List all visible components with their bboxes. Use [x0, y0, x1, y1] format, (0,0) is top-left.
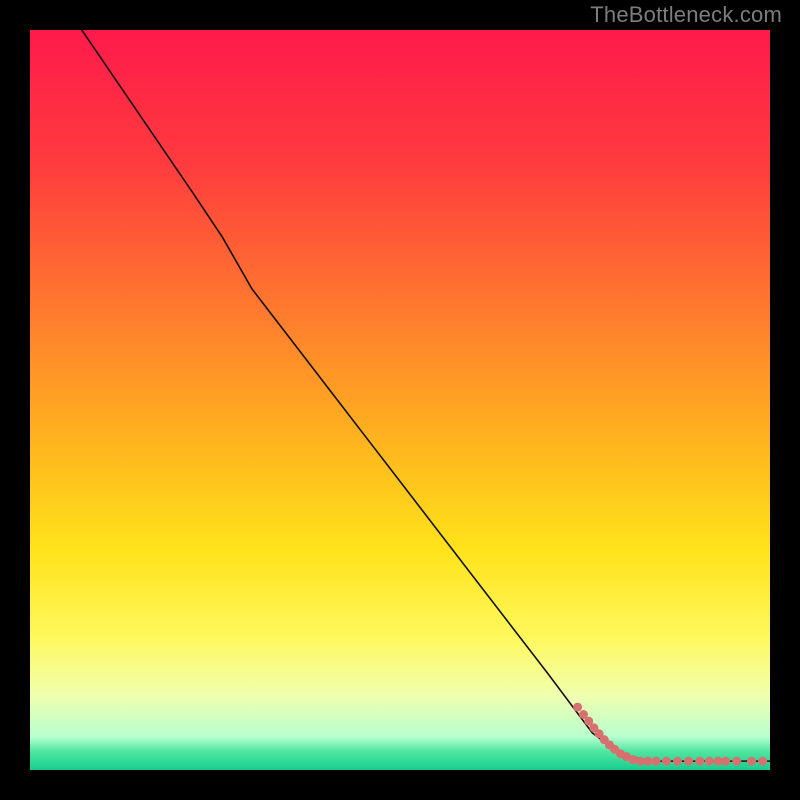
- data-dot: [732, 757, 741, 766]
- data-dot: [747, 757, 756, 766]
- data-dot: [695, 757, 704, 766]
- plot-area: [30, 30, 770, 770]
- data-dot: [684, 757, 693, 766]
- data-dot: [662, 757, 671, 766]
- data-dot: [629, 755, 638, 764]
- watermark-text: TheBottleneck.com: [590, 2, 782, 28]
- data-dot: [758, 757, 767, 766]
- data-dot: [573, 703, 582, 712]
- chart-svg: [30, 30, 770, 770]
- chart-background: [30, 30, 770, 770]
- data-dot: [673, 757, 682, 766]
- chart-frame: TheBottleneck.com: [0, 0, 800, 800]
- data-dot: [705, 757, 714, 766]
- data-dot: [721, 757, 730, 766]
- data-dot: [643, 757, 652, 766]
- data-dot: [652, 757, 661, 766]
